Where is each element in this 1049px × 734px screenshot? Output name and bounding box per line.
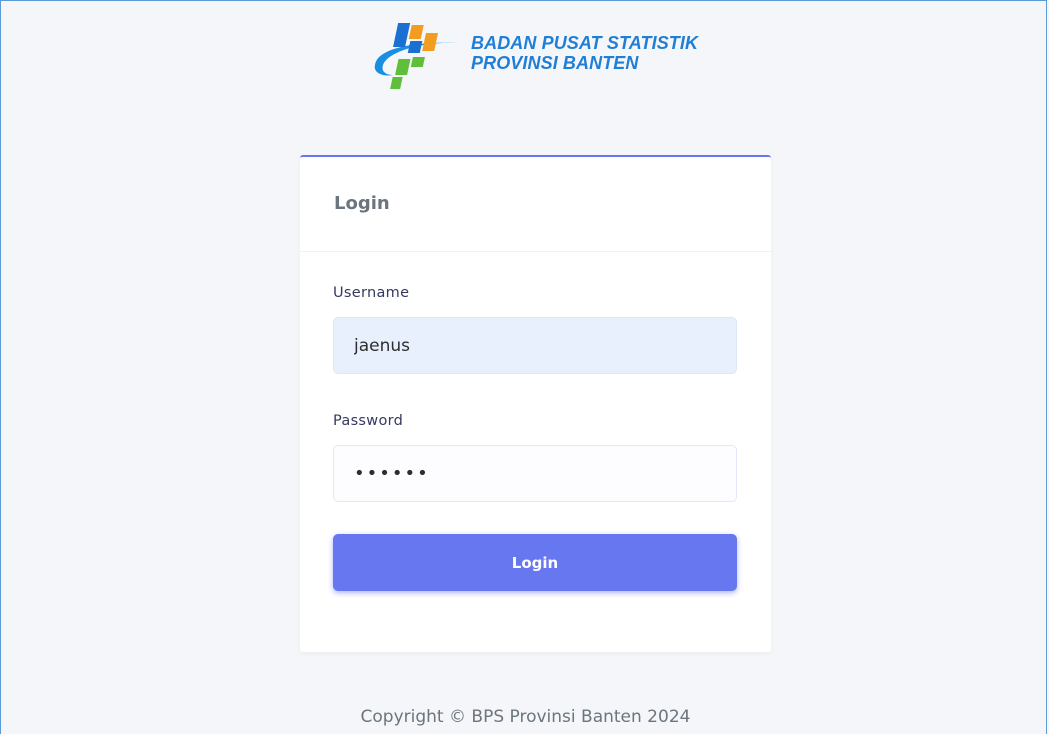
login-button[interactable]: Login (333, 534, 737, 591)
username-label: Username (333, 285, 410, 301)
login-card: Login Username Password Login (300, 155, 771, 652)
bps-logo-icon (374, 23, 459, 89)
brand-line-1: BADAN PUSAT STATISTIK (471, 33, 699, 53)
brand-line-2: PROVINSI BANTEN (471, 53, 639, 73)
password-input[interactable] (333, 445, 737, 502)
brand-title: BADAN PUSAT STATISTIK PROVINSI BANTEN (471, 33, 698, 73)
brand-header: BADAN PUSAT STATISTIK PROVINSI BANTEN (371, 19, 698, 91)
copyright-footer: Copyright © BPS Provinsi Banten 2024 (360, 707, 691, 727)
page-frame: BADAN PUSAT STATISTIK PROVINSI BANTEN Lo… (0, 0, 1047, 734)
password-label: Password (333, 413, 404, 429)
username-input[interactable] (333, 317, 737, 374)
login-card-title: Login (334, 193, 390, 214)
login-card-header: Login (300, 157, 771, 252)
